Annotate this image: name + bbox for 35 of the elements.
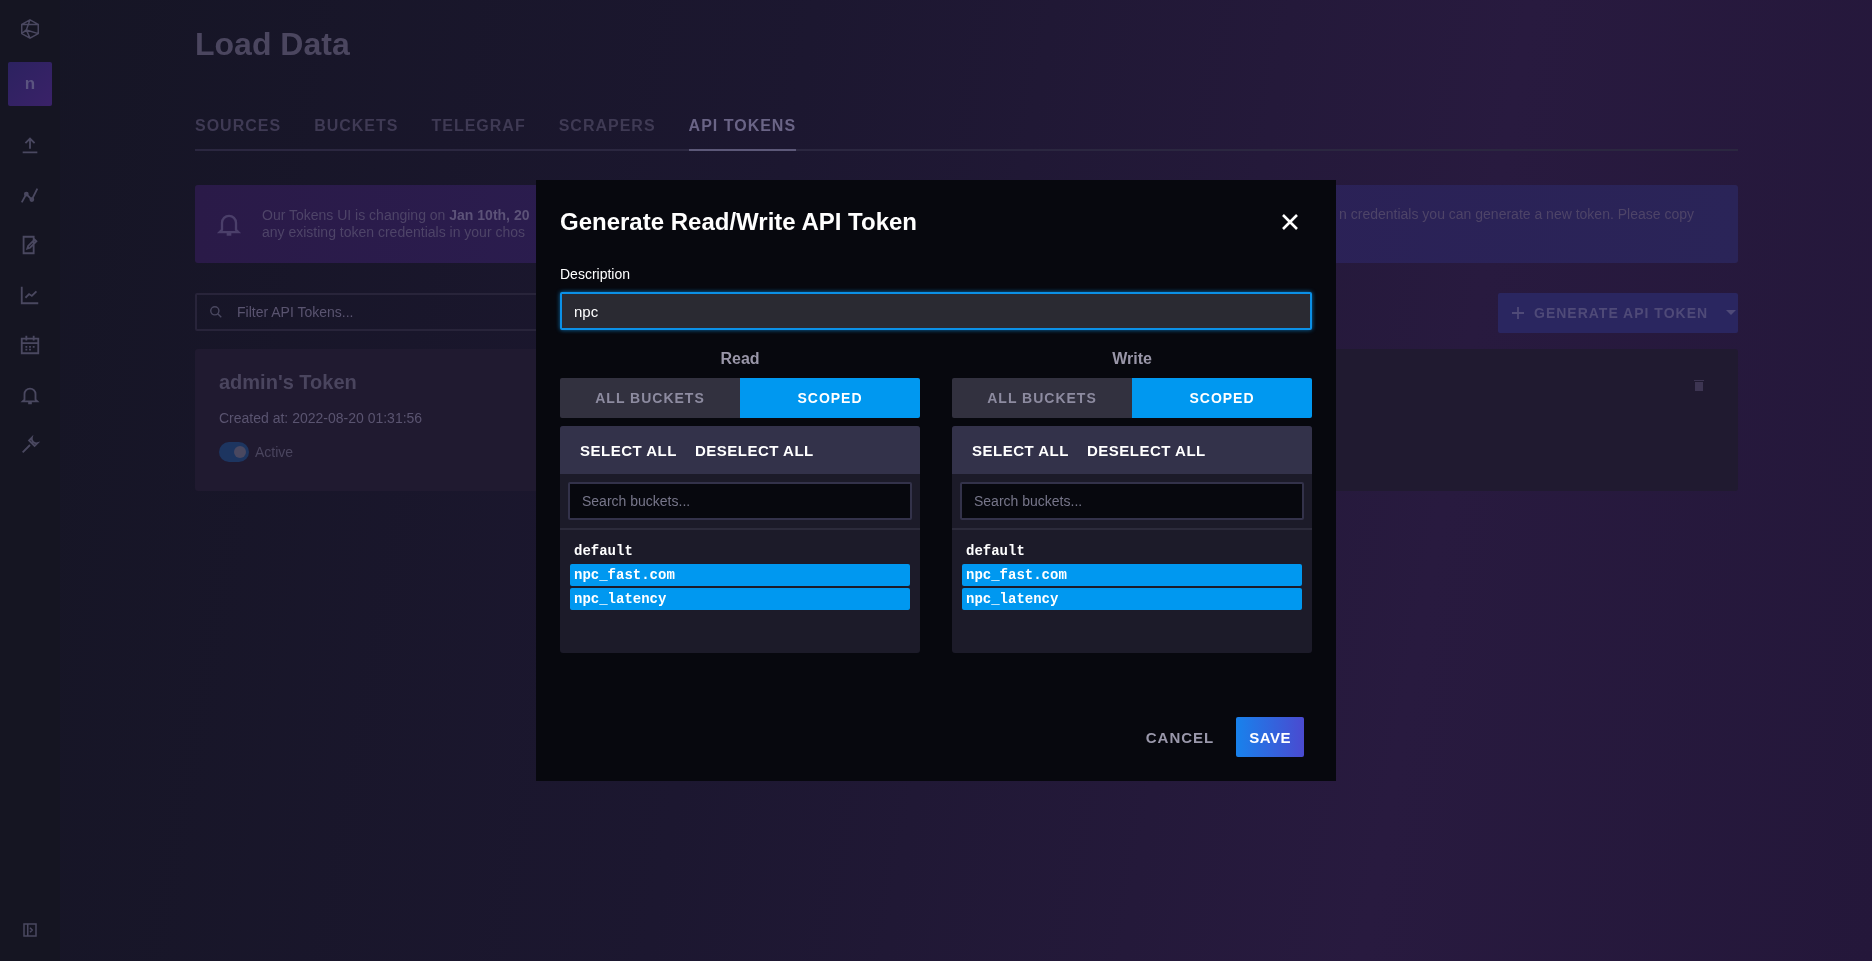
save-button[interactable]: SAVE bbox=[1236, 717, 1304, 757]
expand-icon[interactable] bbox=[21, 921, 39, 939]
chart-icon[interactable] bbox=[19, 284, 41, 306]
section-heading: Write bbox=[1111, 350, 1153, 368]
created-date: Created at: 2022-08-20 01:31:56 bbox=[219, 410, 424, 426]
search-icon bbox=[209, 305, 223, 319]
select-all-button[interactable]: SELECT ALL bbox=[580, 441, 677, 459]
field-label: Description bbox=[560, 266, 632, 282]
description-field[interactable]: npc bbox=[560, 292, 1312, 330]
deselect-all-button[interactable]: DESELECT ALL bbox=[694, 441, 814, 459]
cancel-button[interactable]: CANCEL bbox=[1139, 727, 1221, 747]
mode-toggle[interactable]: ALL BUCKETS bbox=[952, 378, 1132, 418]
deselect-all-button[interactable]: DESELECT ALL bbox=[1086, 441, 1206, 459]
select-all-button[interactable]: SELECT ALL bbox=[972, 441, 1069, 459]
mode-toggle[interactable]: ALL BUCKETS bbox=[560, 378, 740, 418]
bucket-item[interactable]: npc_latency bbox=[962, 588, 1302, 610]
status-toggle[interactable] bbox=[219, 442, 249, 462]
mode-toggle[interactable]: SCOPED bbox=[740, 378, 920, 418]
tab[interactable]: API TOKENS bbox=[688, 117, 797, 151]
trash-icon[interactable] bbox=[1694, 379, 1704, 391]
calendar-icon[interactable] bbox=[19, 334, 41, 356]
dialog-title: Generate Read/Write API Token bbox=[560, 208, 917, 236]
bucket-item[interactable]: default bbox=[962, 540, 1302, 562]
bucket-item[interactable]: npc_fast.com bbox=[962, 564, 1302, 586]
mode-toggle[interactable]: SCOPED bbox=[1132, 378, 1312, 418]
bucket-item[interactable]: npc_latency bbox=[570, 588, 910, 610]
bucket-item[interactable]: npc_fast.com bbox=[570, 564, 910, 586]
caret-icon bbox=[1726, 310, 1737, 316]
close-icon[interactable] bbox=[1280, 212, 1300, 232]
bucket-search-field[interactable]: Search buckets... bbox=[960, 482, 1304, 520]
plus-icon bbox=[1512, 307, 1524, 319]
bucket-search-field[interactable]: Search buckets... bbox=[568, 482, 912, 520]
logo-icon[interactable] bbox=[19, 18, 41, 40]
section-heading: Read bbox=[719, 350, 761, 368]
bucket-item[interactable]: default bbox=[570, 540, 910, 562]
